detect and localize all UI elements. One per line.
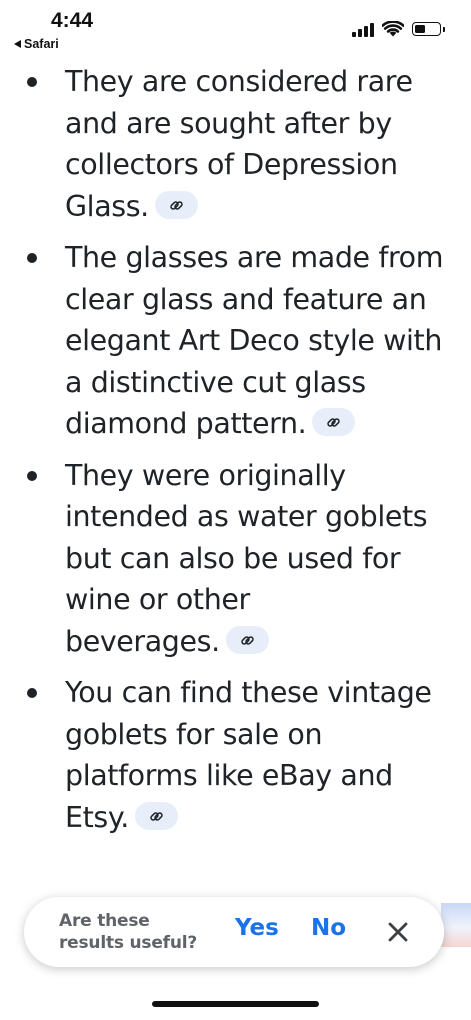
bullet-item: They are considered rare and are sought a… [0,61,471,227]
bullet-item: You can find these vintage goblets for sa… [0,672,471,838]
feedback-question: Are these results useful? [59,910,229,954]
link-icon [150,811,163,821]
bullet-text-line: They were originally [65,458,346,492]
bullet-text-last-line: diamond pattern. [65,403,447,445]
source-link-chip[interactable] [312,408,356,436]
source-link-chip[interactable] [154,190,198,219]
bullet-text-last-line: Glass. [65,186,447,228]
bullet-item: They were originally intended as water go… [0,455,471,663]
close-icon [388,922,408,942]
bullet-text-last-line: Etsy. [65,797,447,839]
bullet-text-line: elegant Art Deco style with [65,324,442,357]
results-content: They are considered rare and are sought a… [0,61,471,848]
close-button[interactable] [385,919,411,945]
bullet-dot [27,253,37,263]
status-bar: 4:44 Safari [0,0,471,58]
bullet-text-line: platforms like eBay and [65,759,393,792]
bullet-text-line: goblets for sale on [65,717,323,751]
link-icon [327,418,340,427]
home-indicator[interactable] [152,1001,319,1007]
bullet-text: diamond pattern. [65,407,307,440]
bullet-text-line: The glasses are made from [65,241,444,274]
bullet-text-line: You can find these vintage [65,676,432,709]
bullet-text: Glass. [65,189,149,223]
battery-icon [412,22,445,36]
bullet-text-line: They are considered rare [65,65,413,98]
bullet-text: beverages. [65,624,220,658]
bullet-text-line: and are sought after by [65,106,392,140]
status-time: 4:44 [51,9,94,32]
bullet-list: They are considered rare and are sought a… [0,61,471,838]
bullet-text-line: wine or other [65,583,250,616]
bullet-text: Etsy. [65,800,129,834]
bullet-item: The glasses are made from clear glass and… [0,237,471,445]
link-icon [170,200,183,210]
source-link-chip[interactable] [225,625,269,654]
bullet-text-line: intended as water goblets [65,500,428,533]
source-link-chip[interactable] [134,801,178,830]
back-to-safari-button[interactable]: Safari [14,37,59,51]
back-arrow-icon [14,40,21,48]
bullet-dot [27,77,37,87]
cellular-signal-icon [352,22,374,37]
bullet-text-line: clear glass and feature an [65,282,427,316]
status-icons [352,21,445,37]
bullet-dot [27,688,37,698]
bullet-text-last-line: beverages. [65,621,447,663]
back-app-label: Safari [24,37,59,51]
link-icon [241,635,254,645]
feedback-question-line-1: Are these [59,911,150,931]
bullet-text-line: but can also be used for [65,541,401,575]
no-button[interactable]: No [311,915,346,941]
wifi-icon [382,21,404,37]
partial-background-card [441,903,471,947]
bullet-dot [27,470,37,481]
feedback-question-line-2: results useful? [59,933,198,953]
feedback-prompt: Are these results useful? Yes No [24,897,444,967]
bullet-text-line: collectors of Depression [65,148,398,181]
bullet-text-line: a distinctive cut glass [65,365,366,399]
battery-level [415,25,425,33]
yes-button[interactable]: Yes [235,915,279,941]
